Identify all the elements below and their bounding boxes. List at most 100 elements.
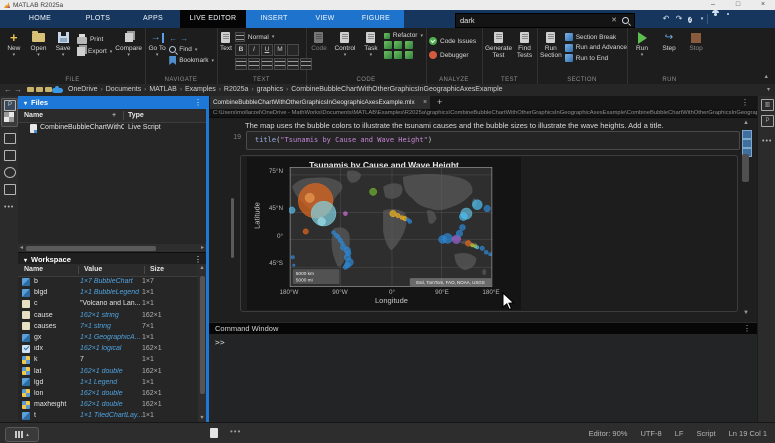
more-panels-icon[interactable]: ••• bbox=[4, 204, 14, 211]
tsunami-bubble[interactable] bbox=[390, 210, 397, 217]
tsunami-bubble[interactable] bbox=[439, 235, 447, 243]
column-value[interactable]: Value bbox=[84, 264, 102, 276]
panel-toggle-button[interactable]: ▴ bbox=[5, 427, 39, 442]
generate-test-button[interactable]: Generate Test bbox=[485, 31, 512, 60]
undo-icon[interactable]: ↶ bbox=[661, 13, 671, 25]
maximize-button[interactable]: □ bbox=[727, 0, 749, 10]
tsunami-bubble[interactable] bbox=[488, 253, 491, 256]
tsunami-bubble[interactable] bbox=[396, 213, 401, 218]
tsunami-bubble[interactable] bbox=[456, 230, 463, 237]
indent-right-button[interactable] bbox=[394, 51, 402, 59]
code-line[interactable]: title("Tsunamis by Cause and Wave Height… bbox=[255, 136, 432, 144]
table-row[interactable]: cause162×1 string162×1 bbox=[18, 310, 198, 321]
scrollbar-thumb[interactable] bbox=[742, 154, 749, 182]
table-row[interactable]: blgd1×1 BubbleLegend1×1 bbox=[18, 287, 198, 298]
italic-button[interactable]: I bbox=[248, 44, 260, 56]
tsunami-bubble[interactable] bbox=[340, 241, 344, 245]
tsunami-bubble[interactable] bbox=[480, 246, 485, 251]
tsunami-bubble[interactable] bbox=[318, 218, 326, 226]
output-inline-icon[interactable] bbox=[742, 130, 752, 139]
tab-view[interactable]: VIEW bbox=[302, 10, 348, 28]
back-icon[interactable]: ← bbox=[169, 34, 177, 43]
code-issues-button[interactable]: Code Issues bbox=[429, 37, 476, 45]
run-and-advance-button[interactable]: Run and Advance bbox=[565, 44, 627, 52]
scroll-down-icon[interactable]: ▼ bbox=[198, 415, 206, 421]
close-document-icon[interactable]: × bbox=[423, 96, 427, 109]
workflow-icon[interactable] bbox=[4, 150, 16, 161]
tab-document[interactable]: CombineBubbleChartWithOtherGraphicsInGeo… bbox=[210, 96, 430, 109]
breadcrumb-item[interactable]: Documents bbox=[106, 86, 141, 93]
tsunami-bubble[interactable] bbox=[346, 251, 351, 256]
list-item[interactable]: CombineBubbleChartWithO... Live Script bbox=[18, 122, 206, 134]
tsunami-bubble[interactable] bbox=[484, 205, 491, 212]
files-panel-icon[interactable]: P bbox=[4, 100, 16, 111]
output-right-icon[interactable] bbox=[742, 139, 752, 148]
output-selection-bar[interactable] bbox=[231, 198, 234, 258]
scroll-up-icon[interactable]: ▲ bbox=[198, 265, 206, 271]
underline-button[interactable]: U bbox=[261, 44, 273, 56]
table-row[interactable]: lon162×1 double162×1 bbox=[18, 388, 198, 399]
bookmark-button[interactable]: Bookmark▾ bbox=[169, 56, 214, 65]
live-script-paragraph[interactable]: The map uses the bubble colors to illust… bbox=[245, 121, 664, 130]
comment-button[interactable] bbox=[394, 41, 402, 49]
new-document-icon[interactable]: + bbox=[437, 96, 442, 109]
browse-folder-icon[interactable] bbox=[45, 87, 52, 92]
class-diagram-icon[interactable] bbox=[4, 184, 16, 195]
table-row[interactable]: idx162×1 logical162×1 bbox=[18, 343, 198, 354]
panel-layout-icon[interactable] bbox=[4, 133, 16, 144]
tsunami-bubble[interactable] bbox=[293, 264, 296, 267]
run-to-end-button[interactable]: Run to End bbox=[565, 54, 627, 62]
editor-scrollbar[interactable]: ▲ ▼ bbox=[740, 120, 752, 316]
collapse-ribbon-icon[interactable]: ▲ bbox=[764, 74, 769, 80]
add-column-icon[interactable]: + bbox=[112, 109, 116, 122]
tab-insert[interactable]: INSERT bbox=[248, 10, 300, 28]
breadcrumb-dropdown-icon[interactable]: ▾ bbox=[767, 84, 770, 96]
column-name[interactable]: Name bbox=[24, 264, 43, 276]
file-encoding[interactable]: UTF-8 bbox=[640, 429, 661, 438]
tab-apps[interactable]: APPS bbox=[130, 10, 176, 28]
collapse-files-icon[interactable]: ▾ bbox=[18, 101, 31, 107]
tab-plots[interactable]: PLOTS bbox=[72, 10, 124, 28]
align-right-button[interactable] bbox=[261, 58, 273, 70]
table-row[interactable]: k71×1 bbox=[18, 354, 198, 365]
breadcrumb-item[interactable]: Examples bbox=[185, 86, 216, 93]
debugger-button[interactable]: Debugger bbox=[429, 51, 469, 59]
monospace-button[interactable]: M bbox=[274, 44, 286, 56]
code-button[interactable]: Code bbox=[309, 31, 329, 52]
task-button[interactable]: Task▾ bbox=[361, 31, 381, 57]
more-panels-icon[interactable]: ••• bbox=[762, 138, 772, 145]
tsunami-bubble[interactable] bbox=[484, 250, 488, 254]
column-name[interactable]: Name bbox=[24, 109, 43, 122]
table-row[interactable]: maxheight162×1 double162×1 bbox=[18, 399, 198, 410]
line-ending[interactable]: LF bbox=[675, 429, 684, 438]
tsunami-bubble[interactable] bbox=[459, 225, 465, 231]
tsunami-bubble[interactable] bbox=[369, 188, 376, 195]
print-button[interactable]: Print bbox=[77, 34, 112, 44]
column-type[interactable]: Type bbox=[128, 109, 144, 122]
code-format-button[interactable] bbox=[287, 44, 299, 56]
align-center-button[interactable] bbox=[248, 58, 260, 70]
text-style-dropdown[interactable]: Normal▾ bbox=[235, 32, 312, 42]
geographic-bubble-chart[interactable]: 5000 km 5000 mi Esri, TomTom, FAO, NOAA,… bbox=[289, 167, 493, 287]
table-row[interactable]: t1×1 TiledChartLay...1×1 bbox=[18, 410, 198, 421]
tab-live-editor[interactable]: LIVE EDITOR bbox=[180, 10, 246, 28]
cursor-position[interactable]: Ln 19 Col 1 bbox=[729, 429, 767, 438]
run-button[interactable]: Run▾ bbox=[630, 31, 654, 57]
help-dropdown-icon[interactable]: ▾ bbox=[699, 13, 705, 25]
smart-indent-button[interactable] bbox=[384, 51, 392, 59]
scrollbar-thumb[interactable] bbox=[26, 246, 156, 251]
tsunami-bubble[interactable] bbox=[305, 193, 314, 202]
breadcrumb-item[interactable]: CombineBubbleChartWithOtherGraphicsInGeo… bbox=[291, 86, 502, 93]
table-row[interactable]: gx1×1 GeographicA...1×1 bbox=[18, 332, 198, 343]
new-folder-icon[interactable] bbox=[27, 87, 34, 92]
table-row[interactable]: c"Volcano and Lan...1×1 bbox=[18, 298, 198, 309]
table-row[interactable]: lat162×1 double162×1 bbox=[18, 366, 198, 377]
redo-icon[interactable]: ↷ bbox=[674, 13, 684, 25]
documentation-search[interactable]: ✕ bbox=[455, 13, 635, 28]
table-row[interactable]: b1×7 BubbleChart1×7 bbox=[18, 276, 198, 287]
compare-button[interactable]: Compare▾ bbox=[115, 31, 142, 57]
run-section-button[interactable]: Run Section bbox=[540, 31, 562, 60]
tsunami-bubble[interactable] bbox=[343, 265, 348, 270]
tsunami-bubble[interactable] bbox=[459, 213, 467, 221]
tab-figure[interactable]: FIGURE bbox=[350, 10, 402, 28]
